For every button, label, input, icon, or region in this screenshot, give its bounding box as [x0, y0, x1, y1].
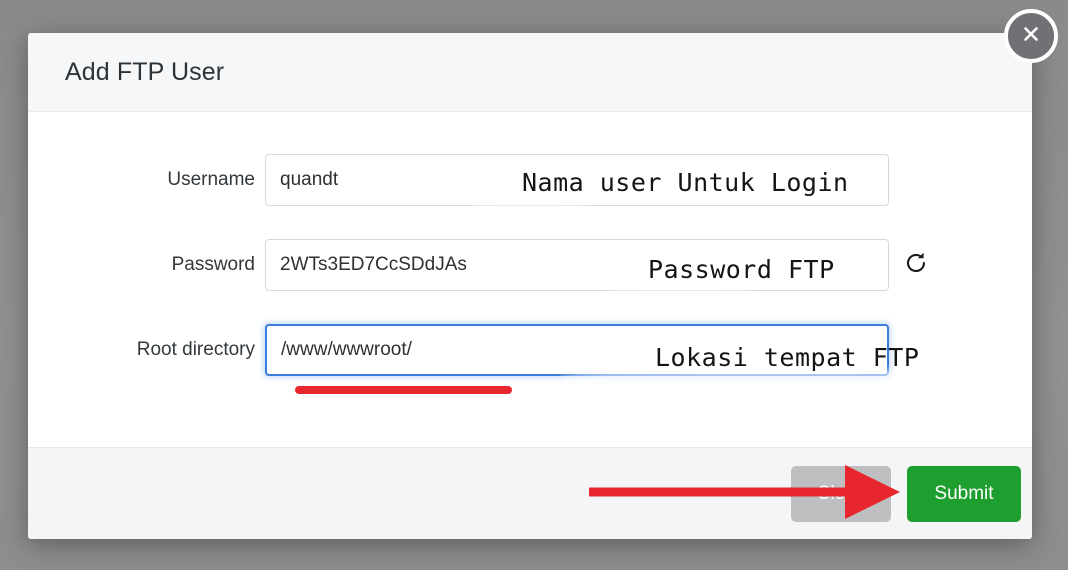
annotation-root-directory: Lokasi tempat FTP [655, 343, 920, 372]
add-ftp-user-dialog: Add FTP User Username Password [28, 33, 1032, 539]
dialog-body: Username Password [28, 112, 1032, 446]
close-x-icon [1019, 22, 1043, 51]
root-directory-label: Root directory [136, 338, 255, 360]
close-button[interactable]: Close [791, 465, 891, 522]
submit-button[interactable]: Submit [907, 465, 1021, 522]
refresh-password-button[interactable] [902, 251, 930, 279]
dialog-header: Add FTP User [28, 33, 1032, 112]
form-row-password: Password [28, 222, 1032, 307]
password-label: Password [171, 253, 255, 275]
dialog-close-button[interactable] [1004, 9, 1058, 63]
refresh-icon [903, 250, 929, 279]
annotation-password: Password FTP [648, 255, 835, 284]
dialog-title: Add FTP User [65, 57, 225, 86]
username-label: Username [167, 168, 255, 190]
annotation-username: Nama user Untuk Login [522, 168, 849, 197]
dialog-footer: Close Submit [28, 447, 1032, 539]
